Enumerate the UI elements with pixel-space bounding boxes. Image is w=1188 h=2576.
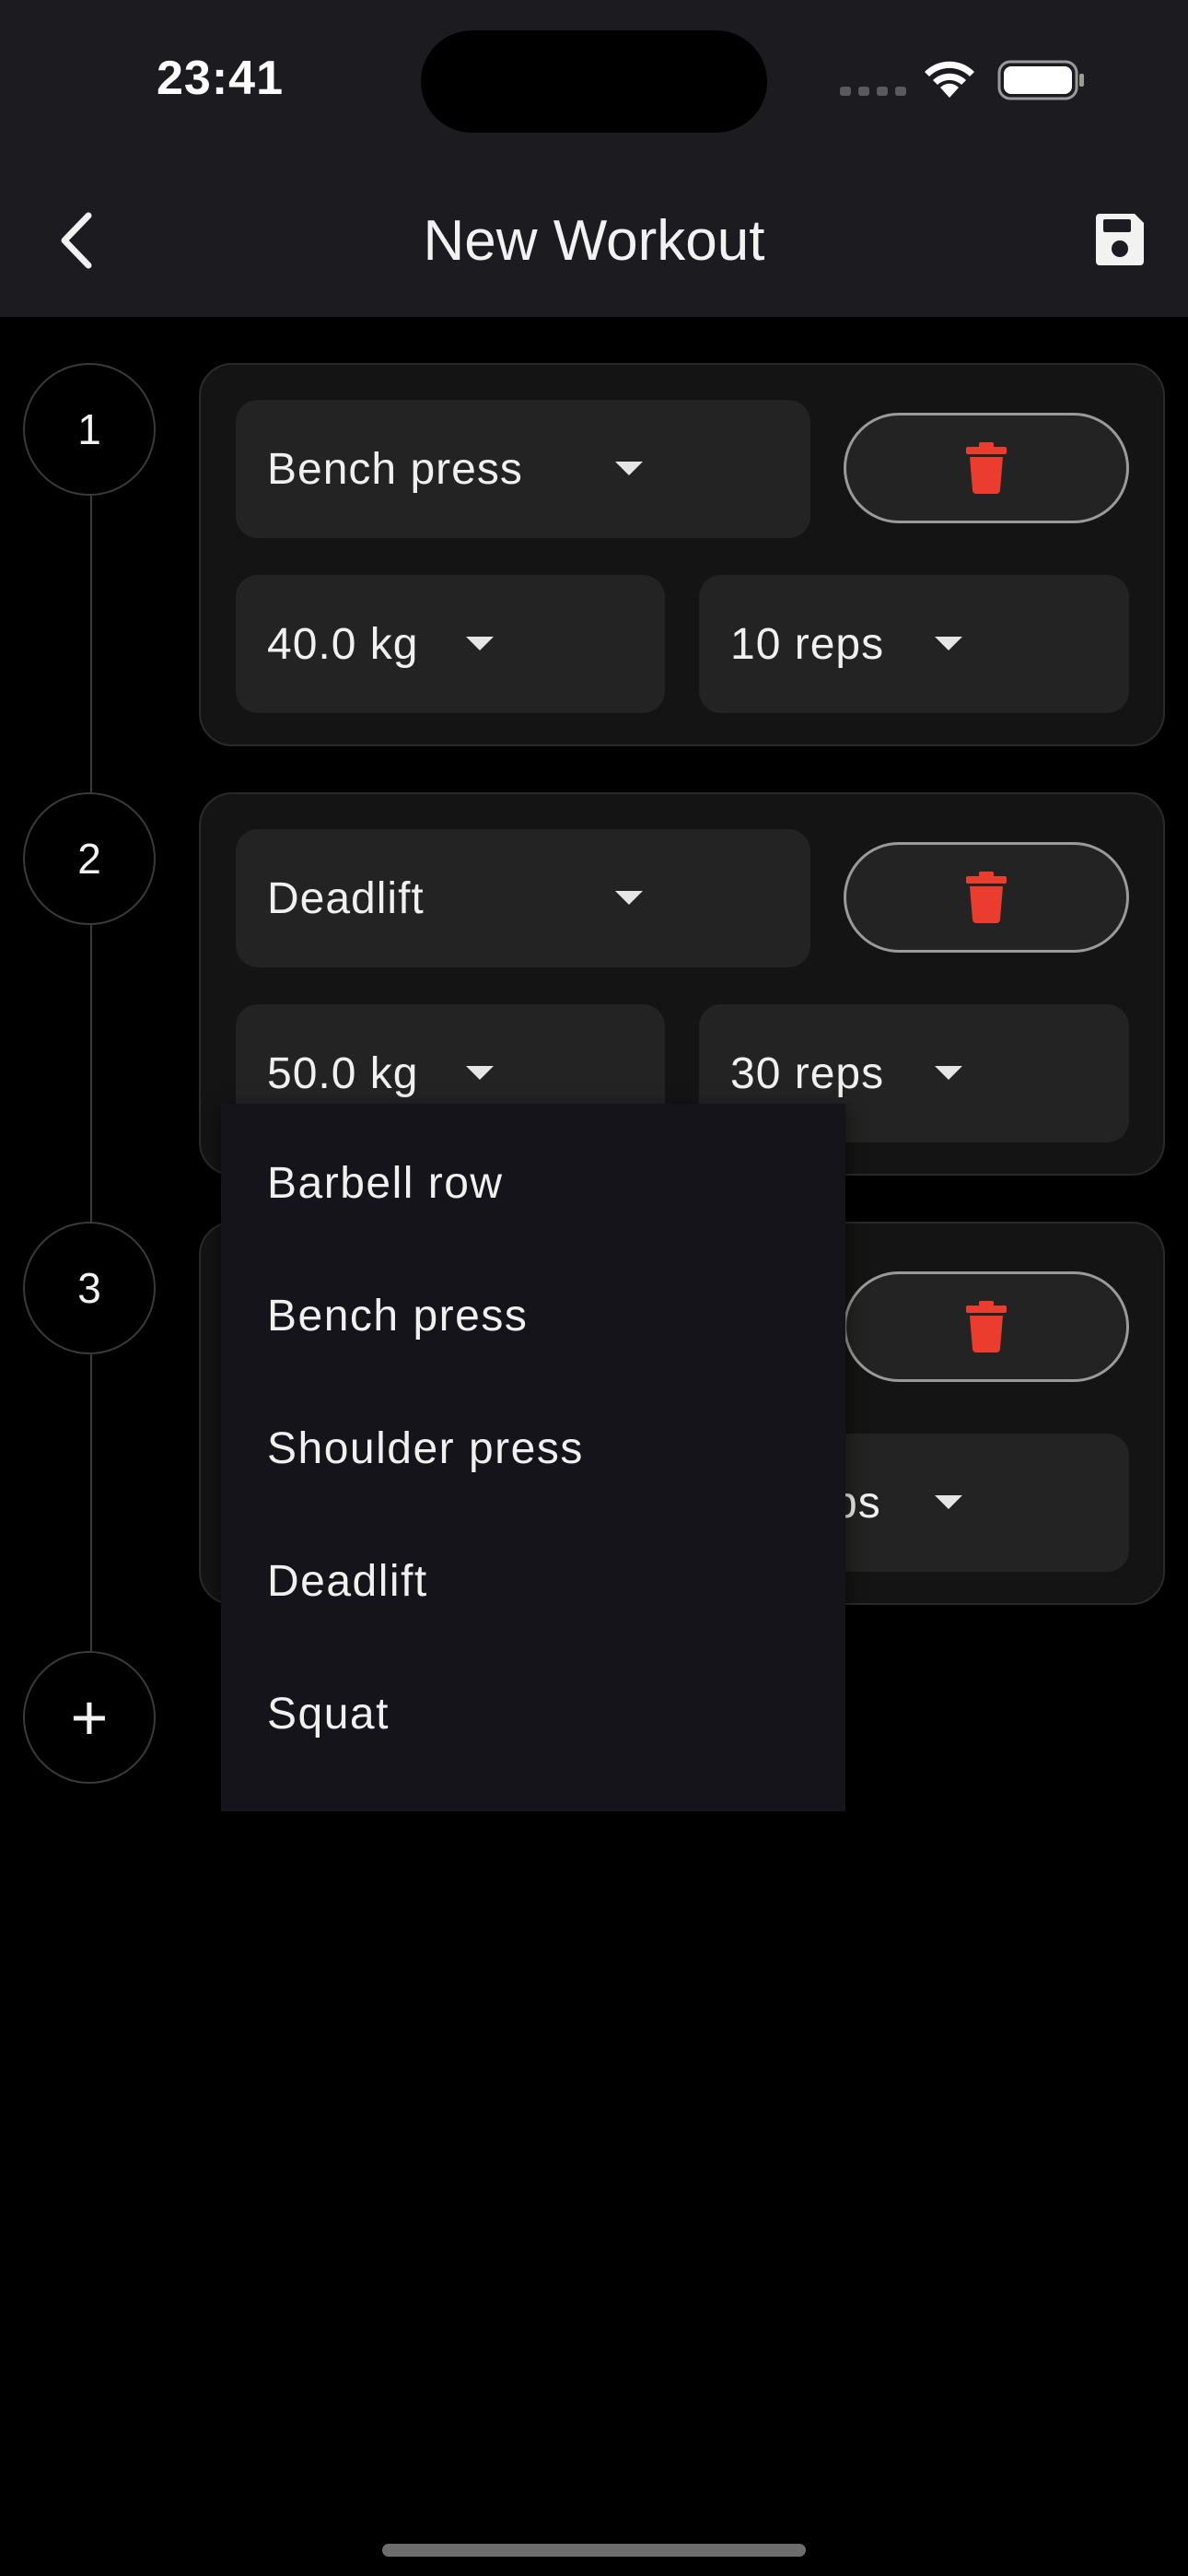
battery-icon xyxy=(997,60,1084,100)
trash-icon xyxy=(966,442,1007,494)
dropdown-arrow-icon xyxy=(935,637,962,650)
status-time: 23:41 xyxy=(157,52,284,105)
exercise-dropdown[interactable]: Bench press xyxy=(236,400,810,538)
trash-icon xyxy=(966,872,1007,923)
menu-option[interactable]: Bench press xyxy=(221,1249,845,1382)
dynamic-island xyxy=(421,30,767,133)
add-exercise-button[interactable]: + xyxy=(23,1651,156,1784)
dropdown-arrow-icon xyxy=(466,1066,494,1080)
wifi-icon xyxy=(925,61,974,98)
exercise-dropdown[interactable]: Deadlift xyxy=(236,829,810,967)
dropdown-arrow-icon xyxy=(615,891,643,905)
dropdown-arrow-icon xyxy=(466,637,494,650)
timeline-line xyxy=(90,496,92,796)
menu-option[interactable]: Deadlift xyxy=(221,1515,845,1647)
menu-option[interactable]: Squat xyxy=(221,1647,845,1780)
home-indicator[interactable] xyxy=(382,2544,806,2557)
delete-exercise-button[interactable] xyxy=(844,1271,1129,1382)
exercise-options-menu: Barbell row Bench press Shoulder press D… xyxy=(221,1104,845,1811)
dropdown-arrow-icon xyxy=(615,462,643,475)
dropdown-arrow-icon xyxy=(935,1066,962,1080)
save-button[interactable] xyxy=(1092,210,1147,269)
exercise-card: Bench press 40.0 kg 10 reps xyxy=(199,363,1165,746)
step-number: 1 xyxy=(23,363,156,496)
reps-dropdown[interactable]: 10 reps xyxy=(699,575,1129,713)
delete-exercise-button[interactable] xyxy=(844,842,1129,953)
app-bar: 23:41 New Workout xyxy=(0,0,1188,317)
exercise-value: Deadlift xyxy=(267,873,425,923)
workout-screen: 23:41 New Workout 1 2 3 + Bench press 40… xyxy=(0,0,1188,2576)
weight-value: 40.0 kg xyxy=(267,619,419,669)
cellular-signal-icon xyxy=(840,87,906,96)
reps-value: 10 reps xyxy=(730,619,885,669)
step-number: 3 xyxy=(23,1222,156,1354)
weight-value: 50.0 kg xyxy=(267,1048,419,1098)
exercise-value: Bench press xyxy=(267,444,523,494)
reps-value: 30 reps xyxy=(730,1048,885,1098)
step-number: 2 xyxy=(23,792,156,925)
dropdown-arrow-icon xyxy=(935,1495,962,1509)
weight-dropdown[interactable]: 40.0 kg xyxy=(236,575,665,713)
trash-icon xyxy=(966,1301,1007,1352)
timeline-line xyxy=(90,925,92,1225)
page-title: New Workout xyxy=(423,209,765,273)
menu-option[interactable]: Barbell row xyxy=(221,1117,845,1249)
timeline-line xyxy=(90,1354,92,1655)
menu-option[interactable]: Shoulder press xyxy=(221,1382,845,1515)
delete-exercise-button[interactable] xyxy=(844,413,1129,523)
